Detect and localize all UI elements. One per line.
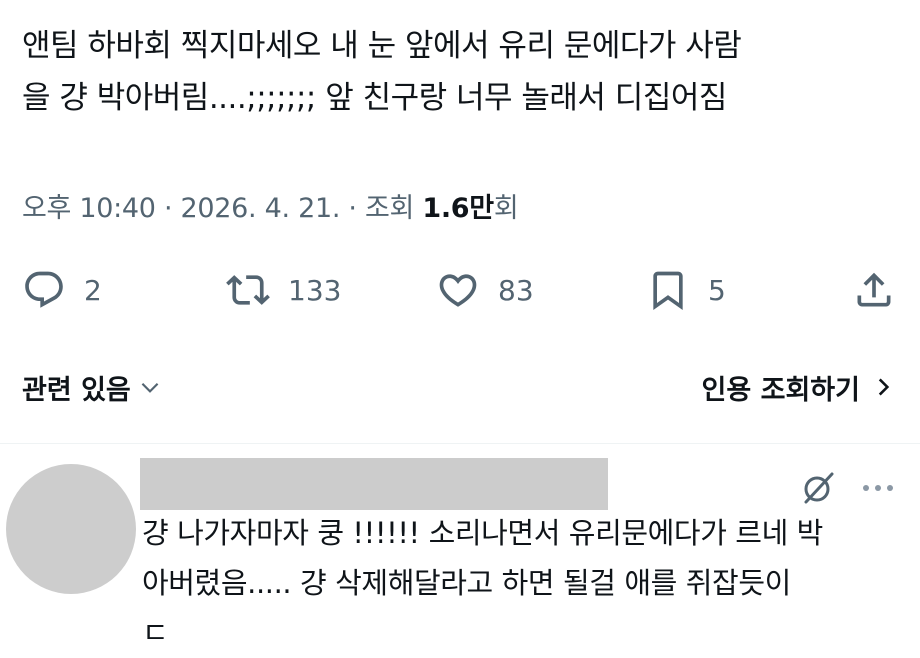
like-button[interactable]: 83 bbox=[436, 266, 534, 314]
meta-separator-1: · bbox=[155, 193, 181, 224]
tweet-actions: 2 133 83 5 bbox=[0, 266, 920, 314]
reply-button[interactable]: 2 bbox=[22, 266, 102, 314]
views-suffix: 회 bbox=[493, 193, 519, 224]
repost-arrows-icon bbox=[226, 275, 270, 305]
tweet-text-line-2: 을 걍 박아버림....;;;;;;; 앞 친구랑 너무 놀래서 디집어짐 bbox=[22, 80, 727, 116]
meta-separator-2: · bbox=[340, 193, 365, 224]
repost-button[interactable]: 133 bbox=[226, 266, 341, 314]
slashed-circle-icon[interactable] bbox=[798, 468, 838, 508]
tweet-time[interactable]: 오후 10:40 bbox=[22, 193, 156, 224]
reply-text-line-1: 걍 나가자마자 쿵 !!!!!! 소리나면서 유리문에다가 르네 박 bbox=[142, 516, 823, 550]
related-label: 관련 있음 bbox=[22, 374, 131, 406]
repost-count: 133 bbox=[288, 273, 342, 307]
tweet-meta: 오후 10:40 · 2026. 4. 21. · 조회 1.6만회 bbox=[22, 186, 519, 225]
related-row: 관련 있음 인용 조회하기 bbox=[0, 362, 920, 412]
like-count: 83 bbox=[498, 273, 534, 307]
avatar[interactable] bbox=[6, 464, 136, 594]
view-quotes-link[interactable]: 인용 조회하기 bbox=[702, 362, 896, 412]
more-dots-icon[interactable] bbox=[858, 480, 898, 496]
reply-text-line-3: ㄷ bbox=[142, 616, 169, 650]
speech-bubble-icon bbox=[25, 271, 63, 308]
reply-text: 걍 나가자마자 쿵 !!!!!! 소리나면서 유리문에다가 르네 박 아버렸음.… bbox=[142, 508, 902, 658]
bookmark-icon bbox=[653, 271, 683, 311]
reply-text-line-2: 아버렸음..... 걍 삭제해달라고 하면 될걸 애를 쥐잡듯이 bbox=[142, 566, 791, 600]
views-label: 조회 bbox=[364, 193, 423, 224]
views-count: 1.6만 bbox=[422, 193, 494, 224]
heart-icon bbox=[439, 274, 477, 307]
chevron-right-icon bbox=[878, 378, 890, 396]
related-dropdown[interactable]: 관련 있음 bbox=[22, 362, 163, 412]
view-quotes-label: 인용 조회하기 bbox=[701, 374, 860, 406]
share-button[interactable] bbox=[852, 266, 896, 314]
tweet-text-line-1: 앤팀 하바회 찍지마세오 내 눈 앞에서 유리 문에다가 사람 bbox=[22, 28, 742, 64]
bookmark-button[interactable]: 5 bbox=[646, 266, 726, 314]
tweet-text: 앤팀 하바회 찍지마세오 내 눈 앞에서 유리 문에다가 사람 을 걍 박아버림… bbox=[22, 20, 902, 124]
divider bbox=[0, 443, 920, 444]
bookmark-count: 5 bbox=[708, 273, 726, 307]
share-upload-icon bbox=[857, 272, 891, 307]
chevron-down-icon bbox=[141, 382, 159, 393]
tweet-date[interactable]: 2026. 4. 21. bbox=[181, 193, 341, 224]
reply-count: 2 bbox=[84, 273, 102, 307]
redacted-user-name bbox=[140, 458, 608, 510]
